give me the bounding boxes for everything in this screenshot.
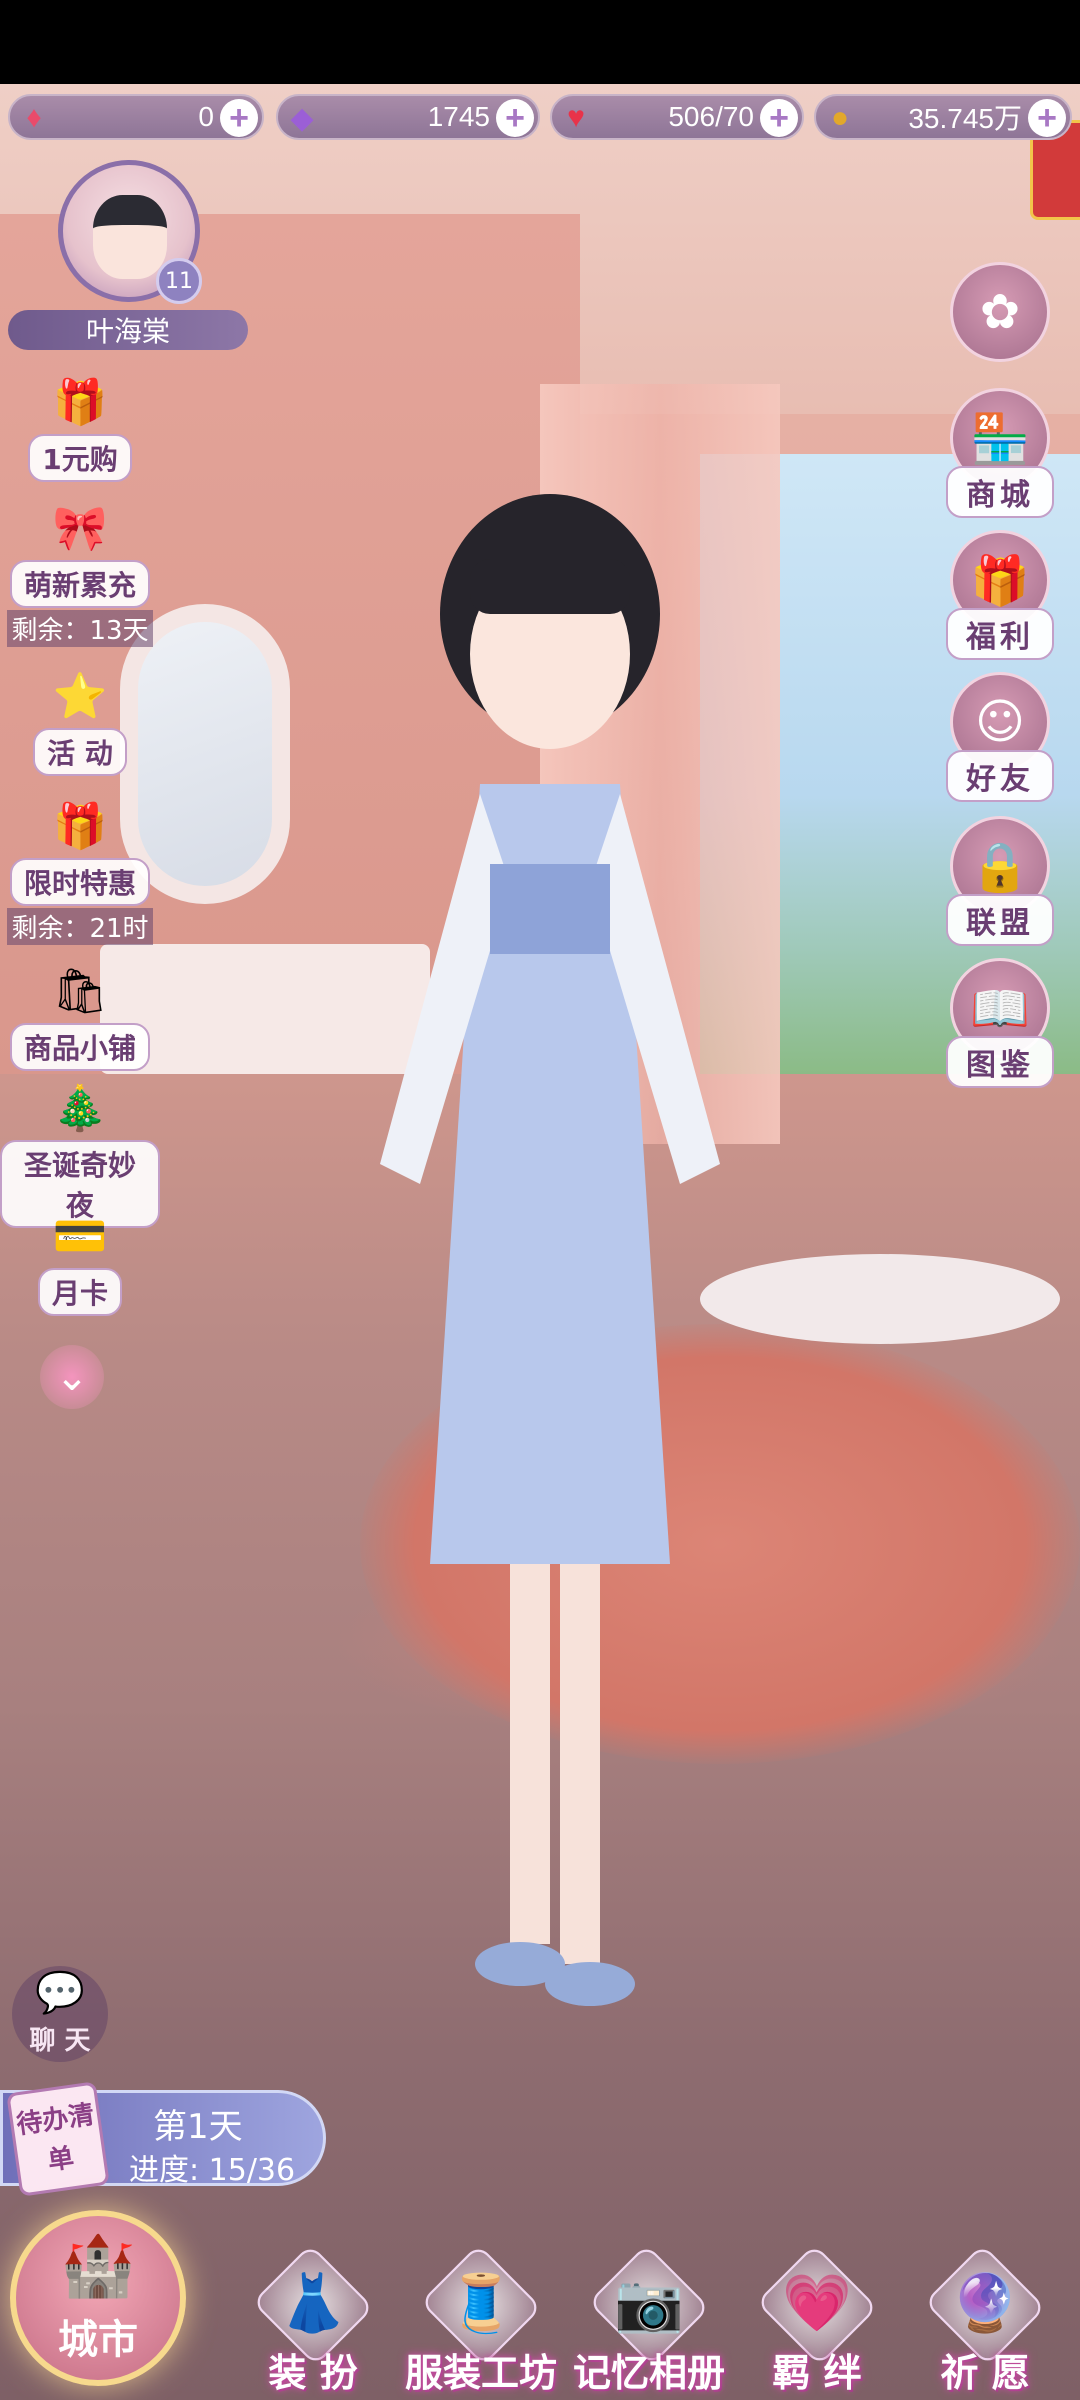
dress-icon: 👗: [278, 2271, 348, 2336]
add-diamond-button[interactable]: +: [496, 99, 534, 137]
menu-label: 联盟: [946, 894, 1054, 946]
nav-dress-up[interactable]: 👗 装 扮: [228, 2244, 398, 2395]
city-label: 城市: [58, 2317, 138, 2363]
add-coin-button[interactable]: +: [1028, 99, 1066, 137]
character-shoe-right: [545, 1962, 635, 2006]
menu-label: 好友: [946, 750, 1054, 802]
nav-label: 记忆相册: [572, 2351, 725, 2395]
hearts-icon: 💗: [782, 2271, 852, 2336]
chevron-down-icon[interactable]: ⌄: [40, 1345, 104, 1409]
round-table: [700, 1254, 1060, 1344]
menu-label: 限时特惠: [9, 858, 150, 906]
wish-bottle-icon: 🔮: [950, 2271, 1020, 2336]
resource-red-gem[interactable]: ♦ 0 +: [8, 94, 264, 140]
menu-one-yuan-purchase[interactable]: 🎁 1元购: [0, 366, 160, 482]
todo-badge: 待办清单: [6, 2081, 110, 2197]
menu-label: 活 动: [33, 728, 127, 776]
todo-list-panel[interactable]: 待办清单 第1天 进度: 15/36: [0, 2081, 326, 2197]
resource-value: 506/70: [668, 101, 754, 132]
menu-friends[interactable]: ☺ 好友: [930, 672, 1070, 802]
add-stamina-button[interactable]: +: [760, 99, 798, 137]
avatar-face: [93, 195, 167, 279]
resource-stamina[interactable]: ♥ 506/70 +: [550, 94, 804, 140]
red-gem-icon: ♦: [26, 101, 42, 134]
nav-label: 装 扮: [268, 2351, 358, 2395]
player-name: 叶海棠: [8, 310, 248, 350]
nav-label: 羁 绊: [772, 2351, 862, 2395]
purple-diamond-icon: ◆: [290, 101, 314, 135]
menu-monthly-card[interactable]: 💳 月卡: [0, 1200, 160, 1316]
nav-bond[interactable]: 💗 羁 绊: [732, 2244, 902, 2395]
christmas-tree-icon: 🎄: [52, 1083, 108, 1134]
chat-button[interactable]: 💬 聊 天: [12, 1966, 108, 2062]
menu-label: 萌新累充: [9, 560, 150, 608]
character-bodice: [490, 864, 610, 954]
butterfly-icon: ✿: [950, 262, 1050, 362]
menu-welfare[interactable]: 🎁 福利: [930, 530, 1070, 660]
shopping-bag-icon: 🛍: [52, 966, 108, 1017]
resource-value: 1745: [427, 101, 490, 132]
castle-icon: 🏰: [60, 2231, 136, 2301]
menu-events[interactable]: ⭐ 活 动: [0, 660, 160, 776]
todo-day: 第1天: [153, 2107, 243, 2147]
nav-label: 祈 愿: [940, 2351, 1030, 2395]
menu-mall[interactable]: 🏪 商城: [930, 388, 1070, 518]
character-avatar[interactable]: [360, 464, 740, 2064]
gift-box-icon: 🎁: [52, 377, 108, 428]
nav-label: 服装工坊: [404, 2351, 557, 2395]
menu-limited-offer[interactable]: 🎁 限时特惠 剩余：21时: [0, 790, 160, 945]
heart-icon: ♥: [567, 101, 585, 134]
sewing-machine-icon: 🧵: [446, 2271, 516, 2336]
camera-icon: 📷: [614, 2271, 684, 2336]
menu-item-shop[interactable]: 🛍 商品小铺: [0, 955, 160, 1071]
menu-butterfly[interactable]: ✿: [930, 262, 1070, 362]
nav-clothing-workshop[interactable]: 🧵 服装工坊: [396, 2244, 566, 2395]
nav-memory-album[interactable]: 📷 记忆相册: [564, 2244, 734, 2395]
resource-value: 0: [198, 101, 214, 132]
character-leg-left: [510, 1564, 550, 1944]
menu-collection[interactable]: 📖 图鉴: [930, 958, 1070, 1088]
menu-alliance[interactable]: 🔒 联盟: [930, 816, 1070, 946]
chat-bubble-icon: 💬: [35, 1970, 85, 2016]
card-icon: 💳: [52, 1211, 108, 1262]
menu-label: 月卡: [37, 1268, 122, 1316]
menu-label: 福利: [946, 608, 1054, 660]
character-leg-right: [560, 1564, 600, 1964]
bow-icon: 🎀: [52, 503, 108, 554]
menu-label: 商品小铺: [9, 1023, 150, 1071]
menu-label: 1元购: [28, 434, 132, 482]
nav-wish[interactable]: 🔮 祈 愿: [900, 2244, 1070, 2395]
city-button[interactable]: 🏰 城市: [10, 2210, 186, 2386]
gold-coin-icon: ●: [830, 101, 850, 134]
room-background: [0, 84, 1080, 2400]
menu-countdown: 剩余：13天: [7, 610, 153, 647]
star-icon: ⭐: [52, 671, 108, 722]
resource-value: 35.745万: [908, 103, 1022, 134]
menu-label: 商城: [946, 466, 1054, 518]
chat-label: 聊 天: [29, 2026, 91, 2056]
character-bangs: [470, 559, 630, 614]
gift-box-icon: 🎁: [52, 801, 108, 852]
resource-bar: ♦ 0 + ◆ 1745 + ♥ 506/70 + ● 35.745万 +: [8, 94, 1072, 142]
resource-diamond[interactable]: ◆ 1745 +: [276, 94, 540, 140]
todo-progress: 进度: 15/36: [129, 2153, 296, 2188]
menu-label: 图鉴: [946, 1036, 1054, 1088]
player-level-badge: 11: [156, 258, 202, 304]
resource-coin[interactable]: ● 35.745万 +: [814, 94, 1072, 140]
menu-newbie-recharge[interactable]: 🎀 萌新累充 剩余：13天: [0, 492, 160, 647]
menu-countdown: 剩余：21时: [7, 908, 153, 945]
add-red-gem-button[interactable]: +: [220, 99, 258, 137]
